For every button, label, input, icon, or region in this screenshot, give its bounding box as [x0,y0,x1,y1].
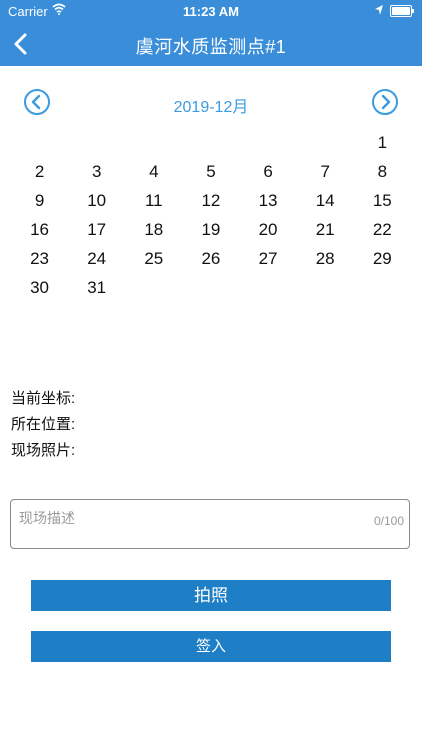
calendar-day[interactable]: 14 [297,186,354,215]
location-label: 所在位置: [11,416,76,433]
calendar-week-row: 1 [11,128,411,157]
calendar-day[interactable]: 31 [68,273,125,302]
calendar-grid: 1 2 3 4 5 6 7 8 9 10 11 12 13 14 15 16 17 18 19 20 21 22 23 24 2… [11,128,411,302]
character-counter: 0/100 [373,514,404,528]
calendar-empty-cell [297,273,354,302]
calendar-day[interactable]: 13 [240,186,297,215]
calendar-day[interactable]: 9 [11,186,68,215]
calendar-day[interactable]: 2 [11,157,68,186]
calendar-empty-cell [182,273,239,302]
calendar-day[interactable]: 23 [11,244,68,273]
calendar-empty-cell [182,128,239,157]
calendar-day[interactable]: 7 [297,157,354,186]
site-info: 当前坐标: 所在位置: 现场照片: [11,386,75,464]
calendar-empty-cell [240,128,297,157]
calendar-week-row: 23 24 25 26 27 28 29 [11,244,411,273]
calendar-day[interactable]: 8 [354,157,411,186]
calendar-day[interactable]: 11 [125,186,182,215]
calendar-day[interactable]: 16 [11,215,68,244]
check-in-button[interactable]: 签入 [31,631,391,662]
calendar-day[interactable]: 28 [297,244,354,273]
calendar-day[interactable]: 3 [68,157,125,186]
calendar-week-row: 2345678 [11,157,411,186]
month-navigator: 2019-12月 [0,86,422,118]
calendar-day[interactable]: 4 [125,157,182,186]
clock-time: 11:23 AM [183,4,239,19]
calendar-day[interactable]: 5 [182,157,239,186]
calendar-day[interactable]: 19 [182,215,239,244]
location-arrow-icon [375,5,383,15]
calendar-day[interactable]: 27 [240,244,297,273]
calendar-empty-cell [240,273,297,302]
calendar-day[interactable]: 21 [297,215,354,244]
circle-chevron-right-icon [372,89,398,115]
calendar-empty-cell [125,128,182,157]
coordinate-label: 当前坐标: [11,390,76,407]
calendar-day[interactable]: 12 [182,186,239,215]
calendar-day[interactable]: 24 [68,244,125,273]
calendar-day[interactable]: 17 [68,215,125,244]
status-bar: Carrier 11:23 AM [0,0,422,22]
calendar-day[interactable]: 20 [240,215,297,244]
calendar-day[interactable]: 10 [68,186,125,215]
calendar-day[interactable]: 15 [354,186,411,215]
calendar-day[interactable]: 1 [354,128,411,157]
page-title: 虞河水质监测点#1 [135,37,287,57]
calendar-day[interactable]: 30 [11,273,68,302]
photos-label: 现场照片: [11,442,76,459]
calendar-empty-cell [125,273,182,302]
take-photo-button[interactable]: 拍照 [31,580,391,611]
calendar-day[interactable]: 6 [240,157,297,186]
calendar-day[interactable]: 18 [125,215,182,244]
calendar-week-row: 30 31 [11,273,411,302]
calendar-week-row: 16 17 18 19 20 21 22 [11,215,411,244]
description-placeholder: 现场描述 [19,510,75,526]
calendar-day[interactable]: 26 [182,244,239,273]
next-month-button[interactable] [371,88,399,116]
header-bar: Carrier 11:23 AM 虞河水质监测点#1 [0,0,422,66]
calendar-empty-cell [297,128,354,157]
description-input[interactable]: 现场描述 0/100 [10,499,410,549]
battery-icon [390,5,414,17]
month-label: 2019-12月 [173,99,249,116]
calendar-empty-cell [11,128,68,157]
calendar-week-row: 9 10 11 12 13 14 15 [11,186,411,215]
calendar-empty-cell [68,128,125,157]
calendar-day[interactable]: 25 [125,244,182,273]
calendar-empty-cell [354,273,411,302]
calendar-day[interactable]: 22 [354,215,411,244]
calendar-day[interactable]: 29 [354,244,411,273]
